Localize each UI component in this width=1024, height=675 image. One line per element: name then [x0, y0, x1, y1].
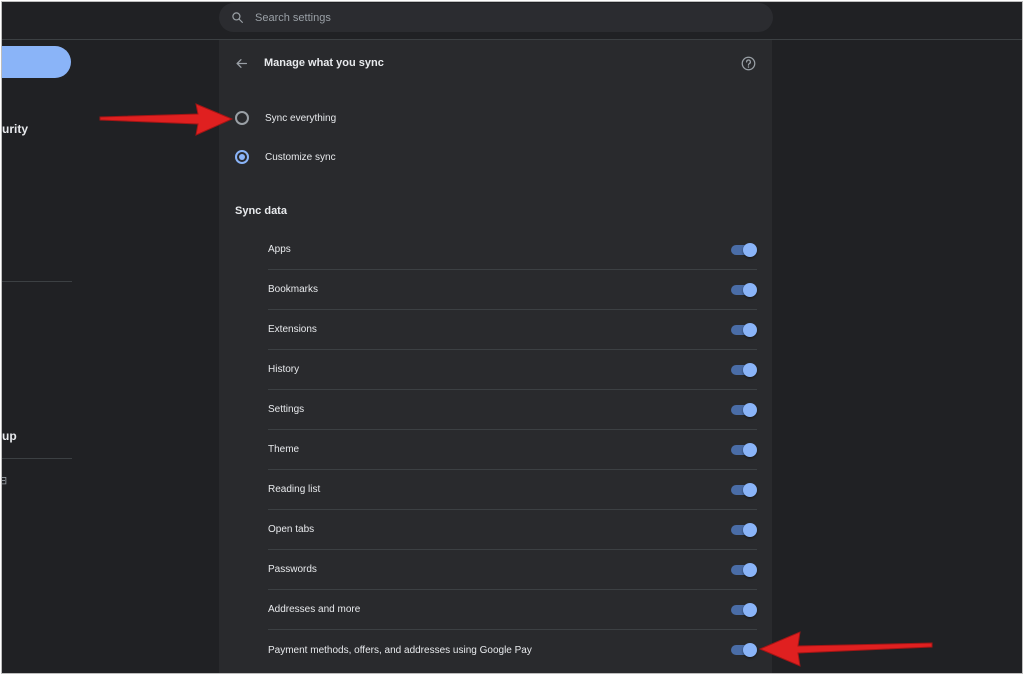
sync-item-label: History: [268, 364, 300, 375]
sync-item-label: Extensions: [268, 324, 317, 335]
settings-toolbar: [2, 2, 1022, 40]
sync-item-apps: Apps: [268, 230, 757, 270]
sync-item-label: Apps: [268, 244, 291, 255]
sync-item-passwords: Passwords: [268, 550, 757, 590]
sync-item-label: Open tabs: [268, 524, 315, 535]
open-tabs-toggle[interactable]: [730, 523, 757, 537]
sync-item-label: Payment methods, offers, and addresses u…: [268, 644, 532, 656]
sync-everything-radio[interactable]: [235, 111, 249, 125]
sync-item-settings: Settings: [268, 390, 757, 430]
sync-item-label: Addresses and more: [268, 604, 361, 615]
apps-toggle[interactable]: [730, 243, 757, 257]
help-button[interactable]: [739, 54, 757, 72]
sidebar-item-icon: ⊟: [2, 474, 7, 487]
settings-toggle[interactable]: [730, 403, 757, 417]
sidebar-item-active[interactable]: [2, 46, 71, 78]
sync-item-label: Passwords: [268, 564, 317, 575]
customize-sync-label: Customize sync: [265, 151, 336, 163]
sync-item-bookmarks: Bookmarks: [268, 270, 757, 310]
sync-item-theme: Theme: [268, 430, 757, 470]
sync-item-addresses: Addresses and more: [268, 590, 757, 630]
help-icon: [741, 56, 755, 70]
sync-data-list: Apps Bookmarks Extensions History Settin…: [268, 230, 757, 670]
sync-item-reading-list: Reading list: [268, 470, 757, 510]
back-button[interactable]: [232, 54, 250, 72]
sync-settings-panel: Manage what you sync Sync everything Cus…: [219, 40, 772, 673]
history-toggle[interactable]: [730, 363, 757, 377]
sidebar-divider: [2, 458, 72, 459]
sync-item-history: History: [268, 350, 757, 390]
sync-item-label: Reading list: [268, 484, 321, 495]
customize-sync-option[interactable]: Customize sync: [219, 145, 772, 169]
browser-window: urity up ⊟ Manage what you sync: [1, 1, 1023, 674]
sync-item-open-tabs: Open tabs: [268, 510, 757, 550]
sync-item-label: Bookmarks: [268, 284, 319, 295]
settings-sidebar: urity up ⊟: [2, 40, 218, 673]
reading-list-toggle[interactable]: [730, 483, 757, 497]
annotation-arrow-icon: [758, 631, 933, 667]
sidebar-divider: [2, 281, 72, 282]
sidebar-item-label[interactable]: up: [2, 429, 17, 443]
sync-item-label: Settings: [268, 404, 305, 415]
theme-toggle[interactable]: [730, 443, 757, 457]
extensions-toggle[interactable]: [730, 323, 757, 337]
passwords-toggle[interactable]: [730, 563, 757, 577]
search-input[interactable]: [255, 11, 715, 24]
sync-data-heading: Sync data: [235, 205, 287, 217]
addresses-toggle[interactable]: [730, 603, 757, 617]
sync-item-google-pay: Payment methods, offers, and addresses u…: [268, 630, 757, 670]
page-header: Manage what you sync: [219, 40, 772, 86]
customize-sync-radio[interactable]: [235, 150, 249, 164]
back-arrow-icon: [236, 58, 247, 68]
sync-item-extensions: Extensions: [268, 310, 757, 350]
sync-everything-option[interactable]: Sync everything: [219, 106, 772, 130]
sidebar-item-security-label[interactable]: urity: [2, 122, 28, 136]
page-title: Manage what you sync: [264, 57, 384, 69]
bookmarks-toggle[interactable]: [730, 283, 757, 297]
search-box[interactable]: [219, 3, 773, 32]
sync-item-label: Theme: [268, 444, 300, 455]
sync-everything-label: Sync everything: [265, 112, 337, 124]
google-pay-toggle[interactable]: [730, 643, 757, 657]
search-icon: [232, 12, 243, 23]
